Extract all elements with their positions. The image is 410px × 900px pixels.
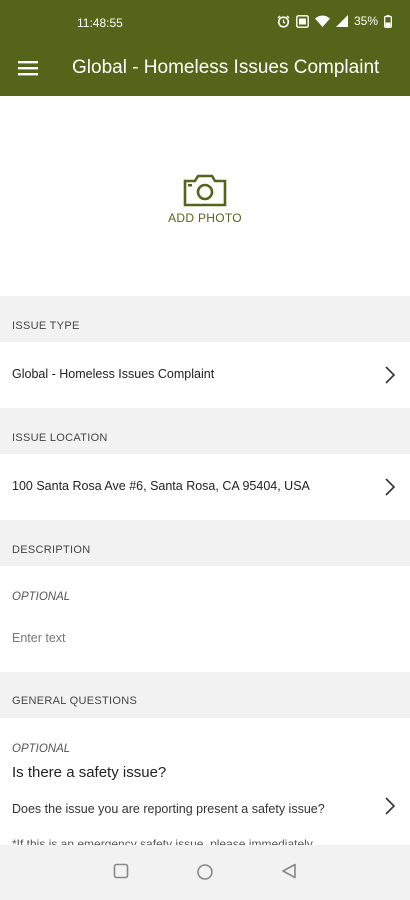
issue-type-value: Global - Homeless Issues Complaint xyxy=(12,367,215,381)
add-photo-area[interactable]: ADD PHOTO xyxy=(0,96,410,296)
issue-location-row[interactable]: 100 Santa Rosa Ave #6, Santa Rosa, CA 95… xyxy=(0,454,410,520)
safety-question-note: *If this is an emergency safety issue, p… xyxy=(12,837,313,845)
app-bar: Global - Homeless Issues Complaint xyxy=(0,40,410,96)
home-icon[interactable] xyxy=(196,863,214,886)
general-questions-header: GENERAL QUESTIONS xyxy=(0,672,410,718)
description-header-label: DESCRIPTION xyxy=(12,544,91,556)
status-icons: 35% xyxy=(277,14,392,28)
hamburger-menu-icon[interactable] xyxy=(14,54,42,82)
page-title: Global - Homeless Issues Complaint xyxy=(72,57,380,78)
chevron-right-icon[interactable] xyxy=(384,365,396,390)
issue-location-header: ISSUE LOCATION xyxy=(0,408,410,454)
issue-type-row[interactable]: Global - Homeless Issues Complaint xyxy=(0,342,410,408)
safety-question-title: Is there a safety issue? xyxy=(12,764,167,781)
status-bar: 11:48:55 35% xyxy=(0,0,410,40)
camera-icon[interactable] xyxy=(183,173,227,212)
recent-apps-icon[interactable] xyxy=(113,863,129,884)
general-questions-header-label: GENERAL QUESTIONS xyxy=(12,695,138,707)
signal-icon xyxy=(335,15,348,27)
safety-question-row[interactable]: OPTIONAL Is there a safety issue? Does t… xyxy=(0,718,410,845)
add-photo-label[interactable]: ADD PHOTO xyxy=(0,211,410,225)
notification-icon xyxy=(296,14,309,28)
description-header: DESCRIPTION xyxy=(0,520,410,566)
status-time: 11:48:55 xyxy=(77,16,123,30)
general-questions-optional-label: OPTIONAL xyxy=(12,743,71,755)
chevron-right-icon[interactable] xyxy=(384,796,396,821)
issue-type-header-label: ISSUE TYPE xyxy=(12,320,80,332)
battery-icon xyxy=(384,14,392,28)
description-optional-label: OPTIONAL xyxy=(12,591,71,603)
alarm-icon xyxy=(277,15,290,28)
back-icon[interactable] xyxy=(281,863,297,884)
description-row[interactable]: OPTIONAL Enter text xyxy=(0,566,410,672)
safety-question-prompt: Does the issue you are reporting present… xyxy=(12,802,325,816)
chevron-right-icon[interactable] xyxy=(384,477,396,502)
system-nav-bar xyxy=(0,845,410,900)
description-input[interactable]: Enter text xyxy=(12,631,66,645)
wifi-icon xyxy=(314,15,330,27)
issue-type-header: ISSUE TYPE xyxy=(0,296,410,342)
issue-location-value: 100 Santa Rosa Ave #6, Santa Rosa, CA 95… xyxy=(12,479,310,493)
battery-percent: 35% xyxy=(353,14,378,28)
issue-location-header-label: ISSUE LOCATION xyxy=(12,432,108,444)
